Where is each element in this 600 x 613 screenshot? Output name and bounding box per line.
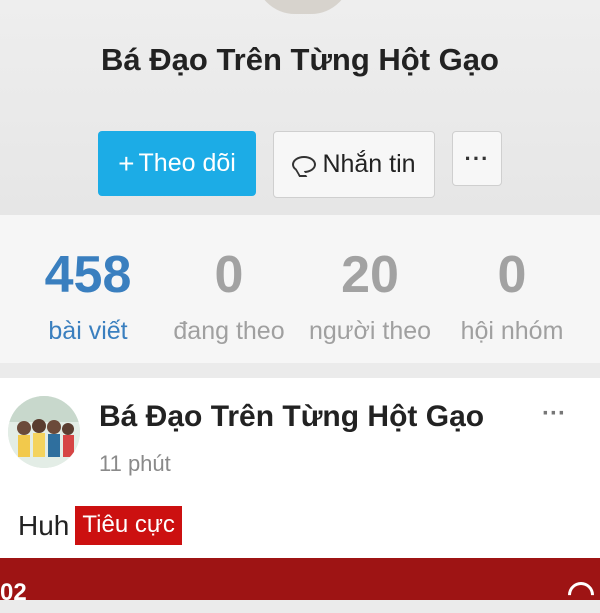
post-more-icon[interactable]: ···: [542, 400, 566, 428]
more-horizontal-icon: ···: [464, 145, 490, 171]
post-media-banner[interactable]: 02: [0, 558, 600, 613]
profile-avatar[interactable]: [255, 0, 351, 14]
message-button-label: Nhắn tin: [322, 150, 416, 178]
more-options-button[interactable]: ···: [452, 131, 502, 186]
plus-icon: +: [118, 147, 135, 179]
sentiment-badge: Tiêu cực: [75, 506, 182, 545]
stat-label: hội nhóm: [460, 317, 564, 345]
stat-label: đang theo: [173, 317, 285, 345]
banner-text: 02: [0, 579, 27, 606]
stat-value: 0: [214, 246, 244, 304]
avatar-image: [8, 396, 80, 468]
post-author-avatar[interactable]: [8, 396, 80, 468]
post-content: Huh Tiêu cực: [18, 506, 182, 545]
stat-value: 20: [341, 246, 399, 304]
stat-posts[interactable]: 458 bài viết: [18, 245, 158, 346]
stat-followers[interactable]: 20 người theo: [300, 245, 440, 346]
follow-button-label: Theo dõi: [138, 149, 236, 177]
post-timestamp: 11 phút: [99, 451, 171, 476]
stat-value: 0: [497, 246, 527, 304]
stat-following[interactable]: 0 đang theo: [159, 245, 299, 346]
chat-bubble-icon: [292, 156, 317, 173]
stat-label: người theo: [308, 317, 432, 345]
stat-label: bài viết: [48, 317, 128, 345]
post-text: Huh: [18, 509, 70, 541]
post-author-name[interactable]: Bá Đạo Trên Từng Hột Gạo: [99, 400, 484, 434]
post-card: Bá Đạo Trên Từng Hột Gạo 11 phút ··· Huh…: [0, 378, 600, 558]
follow-button[interactable]: + Theo dõi: [98, 131, 256, 196]
stat-value: 458: [44, 246, 132, 304]
profile-name: Bá Đạo Trên Từng Hột Gạo: [101, 42, 499, 77]
wifi-icon: [562, 576, 600, 613]
stat-groups[interactable]: 0 hội nhóm: [442, 245, 582, 346]
profile-header: Bá Đạo Trên Từng Hột Gạo + Theo dõi Nhắn…: [0, 0, 600, 215]
message-button[interactable]: Nhắn tin: [273, 131, 435, 198]
stats-bar: 458 bài viết 0 đang theo 20 người theo 0…: [0, 215, 600, 363]
